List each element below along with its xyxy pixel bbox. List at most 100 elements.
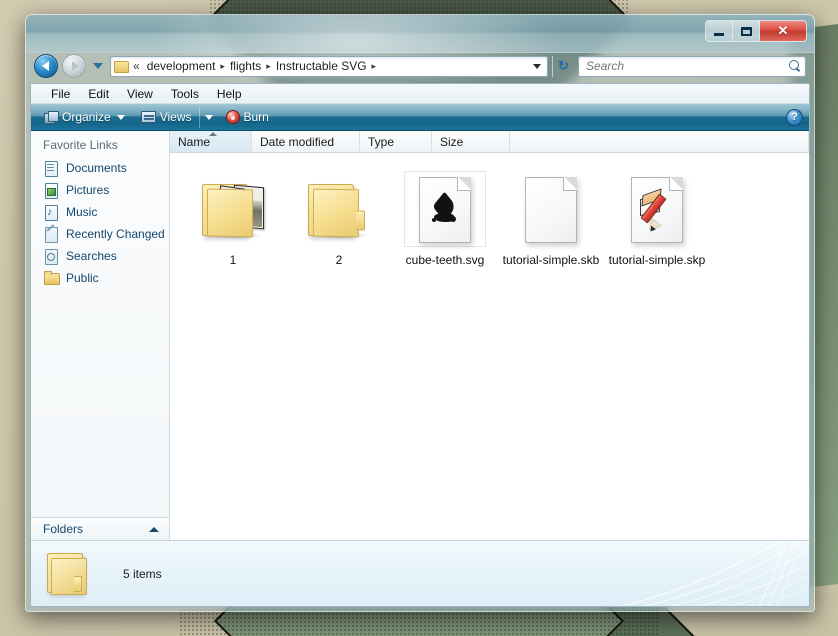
forward-button[interactable]: [62, 54, 86, 78]
menu-view[interactable]: View: [119, 86, 161, 102]
views-button[interactable]: Views: [134, 107, 199, 128]
column-label: Date modified: [260, 134, 335, 149]
inkscape-drop: [450, 216, 456, 223]
maximize-icon: [740, 26, 752, 36]
music-icon: [43, 204, 59, 221]
close-icon: ✕: [777, 23, 789, 38]
breadcrumb-development[interactable]: development: [144, 58, 219, 74]
column-header-type[interactable]: Type: [360, 131, 432, 152]
content-split: Favorite Links Documents Pictures Music: [31, 131, 809, 540]
blank-document-icon: [525, 177, 577, 243]
chevron-down-icon: [533, 63, 541, 69]
file-item-name: tutorial-simple.skp: [608, 253, 706, 267]
close-button[interactable]: ✕: [760, 21, 806, 41]
chevron-down-icon: [116, 114, 125, 120]
help-button[interactable]: ?: [786, 108, 803, 126]
file-item-thumbnail: [510, 171, 592, 249]
sidebar-item-label: Recently Changed: [66, 227, 165, 241]
views-icon: [140, 111, 156, 123]
recently-changed-icon: [43, 226, 59, 243]
refresh-icon: ↻: [558, 58, 569, 73]
public-folder-icon: [43, 270, 60, 286]
address-folder-icon: [114, 60, 129, 73]
breadcrumb-overflow-icon[interactable]: «: [133, 59, 140, 73]
search-box[interactable]: [578, 55, 806, 77]
sidebar-item-public[interactable]: Public: [31, 267, 169, 289]
document-page-icon: [419, 177, 471, 243]
address-bar[interactable]: « development ▸ flights ▸ Instructable S…: [110, 55, 548, 77]
favorite-links-title: Favorite Links: [43, 138, 118, 152]
minimize-icon: [714, 32, 724, 36]
back-button[interactable]: [34, 54, 58, 78]
page-fold-corner: [457, 177, 471, 191]
column-label: Type: [368, 134, 395, 149]
minimize-button[interactable]: [706, 21, 733, 41]
refresh-button[interactable]: ↻: [552, 55, 574, 77]
menu-edit[interactable]: Edit: [80, 86, 117, 102]
address-dropdown-button[interactable]: [529, 57, 545, 76]
menu-help[interactable]: Help: [209, 86, 250, 102]
file-item-tutorial-simple-skp[interactable]: tutorial-simple.skp: [604, 167, 710, 273]
sketchup-icon: [638, 188, 676, 234]
breadcrumb-separator-icon[interactable]: ▸: [372, 61, 377, 72]
views-dropdown-button[interactable]: [198, 106, 217, 128]
breadcrumb-separator-icon[interactable]: ▸: [220, 61, 225, 72]
sidebar-item-searches[interactable]: Searches: [31, 245, 169, 267]
sidebar-item-label: Searches: [66, 249, 117, 263]
organize-icon: [44, 110, 59, 124]
client-area: File Edit View Tools Help Organize Views: [30, 83, 810, 607]
sidebar-item-label: Public: [66, 271, 99, 285]
column-header-size[interactable]: Size: [432, 131, 510, 152]
search-input[interactable]: [586, 59, 789, 73]
views-label: Views: [159, 110, 192, 124]
folder-icon: [198, 180, 268, 240]
document-page-icon: [631, 177, 683, 243]
item-count-label: 5 items: [123, 566, 162, 581]
status-folder-icon: [45, 551, 97, 597]
column-header-name[interactable]: Name: [170, 131, 252, 152]
chevron-up-icon: [149, 526, 159, 532]
navigation-pane: Favorite Links Documents Pictures Music: [31, 131, 170, 540]
file-item-thumbnail: [192, 171, 274, 249]
file-item-folder-2[interactable]: 2: [286, 167, 392, 273]
page-fold-corner: [563, 177, 577, 191]
file-items-grid: 1 2 cube-teeth.svg tutorial-simple.skb t…: [170, 153, 809, 540]
burn-icon: [225, 110, 240, 124]
column-label: Name: [178, 134, 211, 149]
breadcrumb-flights[interactable]: flights: [227, 58, 264, 74]
maximize-button[interactable]: [733, 21, 760, 41]
organize-button[interactable]: Organize: [37, 107, 132, 128]
status-bar: 5 items: [31, 540, 809, 606]
searches-icon: [43, 248, 59, 265]
column-header-row: Name Date modified Type Size: [170, 131, 809, 153]
file-item-thumbnail: [404, 171, 486, 249]
menu-bar: File Edit View Tools Help: [31, 84, 809, 104]
help-icon: ?: [791, 111, 798, 123]
menu-file[interactable]: File: [43, 86, 78, 102]
folder-front-panel: [51, 557, 87, 595]
file-item-folder-1[interactable]: 1: [180, 167, 286, 273]
file-item-name: tutorial-simple.skb: [502, 253, 600, 267]
column-header-date-modified[interactable]: Date modified: [252, 131, 360, 152]
recent-pages-dropdown-icon[interactable]: [93, 63, 103, 69]
sidebar-item-pictures[interactable]: Pictures: [31, 179, 169, 201]
pictures-icon: [43, 182, 59, 199]
folders-pane-toggle[interactable]: Folders: [31, 517, 169, 540]
breadcrumb-separator-icon[interactable]: ▸: [266, 61, 271, 72]
burn-button[interactable]: Burn: [219, 107, 276, 128]
chevron-down-icon: [205, 114, 213, 120]
organize-label: Organize: [62, 110, 111, 124]
sidebar-item-recently-changed[interactable]: Recently Changed: [31, 223, 169, 245]
explorer-window: ✕ « development ▸ flights ▸ Instructable…: [25, 14, 815, 612]
sidebar-item-music[interactable]: Music: [31, 201, 169, 223]
menu-tools[interactable]: Tools: [163, 86, 207, 102]
breadcrumb-instructable-svg[interactable]: Instructable SVG: [273, 58, 370, 74]
file-item-tutorial-simple-skb[interactable]: tutorial-simple.skb: [498, 167, 604, 273]
navigation-bar: « development ▸ flights ▸ Instructable S…: [26, 51, 814, 81]
folder-tab: [74, 575, 82, 592]
window-titlebar[interactable]: [26, 15, 814, 95]
sidebar-item-documents[interactable]: Documents: [31, 157, 169, 179]
column-label: Size: [440, 134, 464, 149]
sidebar-item-label: Music: [66, 205, 98, 219]
file-item-cube-teeth-svg[interactable]: cube-teeth.svg: [392, 167, 498, 273]
